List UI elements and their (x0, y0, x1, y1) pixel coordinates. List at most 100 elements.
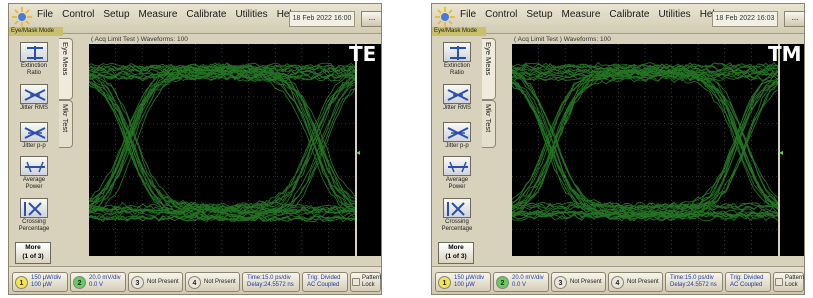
jitter-pp-button[interactable]: Jitter p-p (437, 122, 477, 150)
pattern-label: Pattern (785, 275, 805, 281)
trigger-chip[interactable]: Trig: Divided AC Coupled (725, 272, 771, 292)
menu-control[interactable]: Control (485, 9, 517, 20)
plot-right-margin (357, 44, 381, 256)
channel-2-scale: 20.0 mV/div (512, 275, 544, 281)
trigger-coupling: AC Coupled (730, 282, 763, 288)
extinction-ratio-button[interactable]: Extinction Ratio (14, 42, 54, 77)
channel-2-offset: 0.0 V (89, 282, 104, 288)
extinction-ratio-icon (443, 42, 471, 62)
channel-2-chip[interactable]: 2 20.0 mV/div 0.0 V (70, 272, 126, 292)
average-power-icon (443, 156, 471, 176)
channel-2-badge: 2 (73, 276, 86, 289)
timebase-chip[interactable]: Time:15.0 ps/div Delay:24.5572 ns (242, 272, 300, 292)
jitter-rms-button[interactable]: Jitter RMS (437, 84, 477, 112)
more-measurements-button[interactable]: More (1 of 3) (15, 242, 51, 264)
more-button[interactable]: ... (361, 11, 381, 27)
channel-3-badge: 3 (554, 276, 567, 289)
channel-3-chip[interactable]: 3 Not Present (551, 272, 606, 292)
extinction-ratio-label: Extinction Ratio (20, 63, 47, 76)
menu-utilities[interactable]: Utilities (658, 9, 690, 20)
waveform-header: ( Acq Limit Test ) Waveforms: 100 (514, 36, 611, 43)
polarization-label: TE (349, 42, 377, 66)
tab-mkr-test-label: Mkr Test (61, 104, 70, 133)
extinction-ratio-label: Extinction Ratio (443, 63, 470, 76)
channel-4-status: Not Present (627, 279, 659, 285)
average-power-icon (20, 156, 48, 176)
more-button[interactable]: ... (784, 11, 804, 27)
channel-1-chip[interactable]: 1 150 μW/div 100 μW (12, 272, 68, 292)
channel-4-chip[interactable]: 4 Not Present (608, 272, 663, 292)
lock-label: Lock (362, 282, 375, 288)
trigger-source: Trig: Divided (730, 275, 764, 281)
channel-1-offset: 100 μW (31, 282, 52, 288)
timebase-delay: Delay:24.5572 ns (247, 282, 294, 288)
polarization-label: TM (768, 42, 802, 66)
crossing-percentage-button[interactable]: Crossing Percentage (14, 198, 54, 233)
measurement-panel: Extinction Ratio Jitter RMS Jitter p-p A… (9, 38, 59, 266)
jitter-rms-icon (20, 84, 48, 104)
eye-diagram (512, 44, 778, 256)
menu: File Control Setup Measure Calibrate Utilitie… (37, 9, 306, 20)
average-power-button[interactable]: Average Power (437, 156, 477, 191)
channel-3-chip[interactable]: 3 Not Present (128, 272, 183, 292)
logo-icon (12, 7, 32, 27)
menu-measure[interactable]: Measure (562, 9, 601, 20)
channel-2-badge: 2 (496, 276, 509, 289)
menu-file[interactable]: File (37, 9, 53, 20)
mode-label: Eye/Mask Mode (432, 27, 486, 36)
tab-eye-meas-label: Eye Meas (61, 42, 70, 76)
timebase-chip[interactable]: Time:15.0 ps/div Delay:24.5572 ns (665, 272, 723, 292)
more-page-label: (1 of 3) (445, 253, 467, 260)
jitter-rms-icon (443, 84, 471, 104)
scope-screen-tm: File Control Setup Measure Calibrate Utilitie… (431, 3, 805, 295)
channel-1-badge: 1 (438, 276, 451, 289)
pattern-lock-chip[interactable]: Pattern Lock (773, 272, 804, 292)
channel-marker: ◂ (779, 148, 784, 157)
channel-4-badge: 4 (611, 276, 624, 289)
jitter-rms-label: Jitter RMS (442, 105, 471, 111)
pattern-label: Pattern (362, 275, 382, 281)
tab-mkr-test[interactable]: Mkr Test (59, 100, 73, 148)
channel-1-chip[interactable]: 1 150 μW/div 100 μW (435, 272, 491, 292)
menu-bar: File Control Setup Measure Calibrate Utilitie… (9, 4, 381, 34)
tab-eye-meas[interactable]: Eye Meas (482, 38, 496, 100)
jitter-pp-icon (20, 122, 48, 142)
extinction-ratio-button[interactable]: Extinction Ratio (437, 42, 477, 77)
eye-traces (512, 61, 778, 222)
more-measurements-button[interactable]: More (1 of 3) (438, 242, 474, 264)
date-time: 18 Feb 2022 16:00 (289, 11, 355, 27)
crossing-percentage-button[interactable]: Crossing Percentage (437, 198, 477, 233)
menu-calibrate[interactable]: Calibrate (609, 9, 649, 20)
menu: File Control Setup Measure Calibrate Utilitie… (460, 9, 729, 20)
trigger-coupling: AC Coupled (307, 282, 340, 288)
menu-setup[interactable]: Setup (103, 9, 129, 20)
status-bar: 1 150 μW/div 100 μW 2 20.0 mV/div 0.0 V … (432, 266, 804, 294)
eye-traces (89, 62, 355, 223)
timebase-scale: Time:15.0 ps/div (670, 275, 714, 281)
menu-control[interactable]: Control (62, 9, 94, 20)
pattern-lock-chip[interactable]: Pattern Lock (350, 272, 381, 292)
average-power-label: Average Power (22, 177, 46, 190)
menu-file[interactable]: File (460, 9, 476, 20)
average-power-button[interactable]: Average Power (14, 156, 54, 191)
jitter-pp-button[interactable]: Jitter p-p (14, 122, 54, 150)
trigger-chip[interactable]: Trig: Divided AC Coupled (302, 272, 348, 292)
mode-label: Eye/Mask Mode (9, 27, 63, 36)
menu-setup[interactable]: Setup (526, 9, 552, 20)
jitter-rms-button[interactable]: Jitter RMS (14, 84, 54, 112)
channel-4-chip[interactable]: 4 Not Present (185, 272, 240, 292)
menu-calibrate[interactable]: Calibrate (186, 9, 226, 20)
timebase-scale: Time:15.0 ps/div (247, 275, 291, 281)
channel-2-chip[interactable]: 2 20.0 mV/div 0.0 V (493, 272, 549, 292)
lock-label: Lock (785, 282, 798, 288)
channel-1-scale: 150 μW/div (31, 275, 62, 281)
channel-3-status: Not Present (147, 279, 179, 285)
pattern-lock-icon (775, 278, 783, 286)
date-time: 18 Feb 2022 16:03 (712, 11, 778, 27)
tab-mkr-test[interactable]: Mkr Test (482, 100, 496, 148)
channel-2-offset: 0.0 V (512, 282, 527, 288)
menu-utilities[interactable]: Utilities (235, 9, 267, 20)
menu-measure[interactable]: Measure (139, 9, 178, 20)
channel-1-offset: 100 μW (454, 282, 475, 288)
tab-eye-meas[interactable]: Eye Meas (59, 38, 73, 100)
